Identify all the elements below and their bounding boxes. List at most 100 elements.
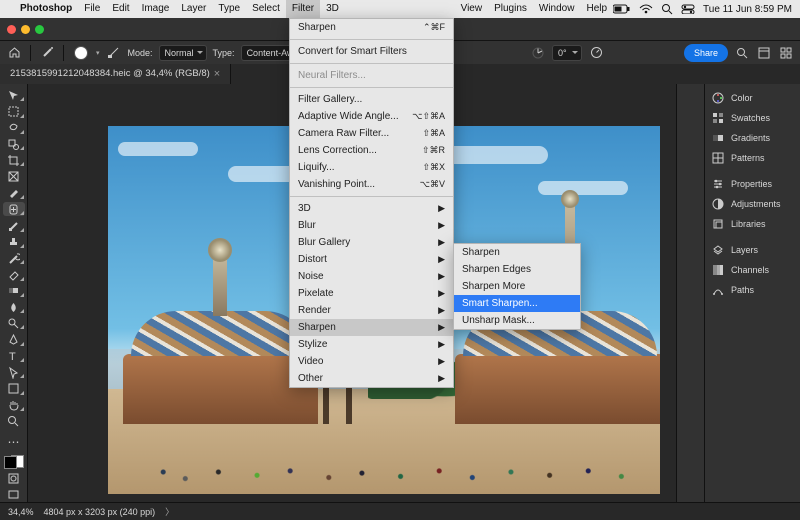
home-icon[interactable] bbox=[6, 45, 22, 61]
submenu-sharpen-more[interactable]: Sharpen More bbox=[454, 278, 580, 295]
zoom-tool[interactable] bbox=[3, 414, 25, 428]
brush-settings-icon[interactable] bbox=[106, 45, 122, 61]
marquee-tool[interactable] bbox=[3, 104, 25, 118]
stamp-tool[interactable] bbox=[3, 235, 25, 249]
maximize-window-button[interactable] bbox=[35, 25, 44, 34]
menu-plugins[interactable]: Plugins bbox=[488, 0, 533, 18]
gradient-tool[interactable] bbox=[3, 284, 25, 298]
submenu-sharpen-edges[interactable]: Sharpen Edges bbox=[454, 261, 580, 278]
hand-tool[interactable] bbox=[3, 398, 25, 412]
pen-tool[interactable] bbox=[3, 332, 25, 346]
panel-channels[interactable]: Channels bbox=[705, 260, 800, 280]
arrange-icon[interactable] bbox=[778, 45, 794, 61]
sharpen-submenu[interactable]: Sharpen Sharpen Edges Sharpen More Smart… bbox=[453, 243, 581, 330]
menu-type[interactable]: Type bbox=[212, 0, 246, 18]
workspace-icon[interactable] bbox=[756, 45, 772, 61]
menu-camera-raw[interactable]: Camera Raw Filter...⇧⌘A bbox=[290, 125, 453, 142]
history-brush-tool[interactable] bbox=[3, 251, 25, 265]
menu-sub-pixelate[interactable]: Pixelate▶ bbox=[290, 285, 453, 302]
color-swatches[interactable] bbox=[3, 455, 25, 469]
menu-sub-distort[interactable]: Distort▶ bbox=[290, 251, 453, 268]
move-tool[interactable] bbox=[3, 88, 25, 102]
menu-liquify[interactable]: Liquify...⇧⌘X bbox=[290, 159, 453, 176]
crop-tool[interactable] bbox=[3, 153, 25, 167]
menu-edit[interactable]: Edit bbox=[106, 0, 135, 18]
blur-tool[interactable] bbox=[3, 300, 25, 314]
menu-sub-stylize[interactable]: Stylize▶ bbox=[290, 336, 453, 353]
eyedropper-tool[interactable] bbox=[3, 186, 25, 200]
menu-sub-other[interactable]: Other▶ bbox=[290, 370, 453, 387]
close-window-button[interactable] bbox=[7, 25, 16, 34]
tool-preset-icon[interactable] bbox=[39, 45, 55, 61]
menu-lens-correction[interactable]: Lens Correction...⇧⌘R bbox=[290, 142, 453, 159]
selection-tool[interactable] bbox=[3, 137, 25, 151]
panel-paths[interactable]: Paths bbox=[705, 280, 800, 300]
menu-sub-blur-gallery[interactable]: Blur Gallery▶ bbox=[290, 234, 453, 251]
menu-sub-video[interactable]: Video▶ bbox=[290, 353, 453, 370]
menu-select[interactable]: Select bbox=[246, 0, 286, 18]
menu-filter-gallery[interactable]: Filter Gallery... bbox=[290, 91, 453, 108]
menu-sub-blur[interactable]: Blur▶ bbox=[290, 217, 453, 234]
search-app-icon[interactable] bbox=[734, 45, 750, 61]
menu-layer[interactable]: Layer bbox=[175, 0, 212, 18]
menu-vanishing-point[interactable]: Vanishing Point...⌥⌘V bbox=[290, 176, 453, 193]
status-menu-icon[interactable]: 〉 bbox=[165, 505, 174, 518]
eraser-tool[interactable] bbox=[3, 267, 25, 281]
brush-tool[interactable] bbox=[3, 218, 25, 232]
submenu-unsharp-mask[interactable]: Unsharp Mask... bbox=[454, 312, 580, 329]
menu-file[interactable]: File bbox=[78, 0, 106, 18]
edit-toolbar[interactable]: ⋯ bbox=[3, 435, 25, 449]
screenmode-icon[interactable] bbox=[3, 488, 25, 502]
healing-brush-tool[interactable] bbox=[3, 202, 25, 216]
menu-adaptive-wide[interactable]: Adaptive Wide Angle...⌥⇧⌘A bbox=[290, 108, 453, 125]
menu-filter[interactable]: Filter bbox=[286, 0, 320, 18]
minimize-window-button[interactable] bbox=[21, 25, 30, 34]
menu-last-filter[interactable]: Sharpen⌃⌘F bbox=[290, 19, 453, 36]
lasso-tool[interactable] bbox=[3, 121, 25, 135]
panel-color[interactable]: Color bbox=[705, 88, 800, 108]
shape-tool[interactable] bbox=[3, 381, 25, 395]
menu-window[interactable]: Window bbox=[533, 0, 581, 18]
angle-icon[interactable] bbox=[530, 45, 546, 61]
panel-layers[interactable]: Layers bbox=[705, 240, 800, 260]
share-button[interactable]: Share bbox=[684, 44, 728, 62]
menu-view[interactable]: View bbox=[455, 0, 489, 18]
blend-mode-dropdown[interactable]: Normal bbox=[159, 45, 207, 61]
menu-sub-render[interactable]: Render▶ bbox=[290, 302, 453, 319]
control-center-icon[interactable] bbox=[681, 4, 695, 14]
menu-3d[interactable]: 3D bbox=[320, 0, 345, 18]
panel-properties[interactable]: Properties bbox=[705, 174, 800, 194]
panel-adjustments[interactable]: Adjustments bbox=[705, 194, 800, 214]
dodge-tool[interactable] bbox=[3, 316, 25, 330]
menu-help[interactable]: Help bbox=[580, 0, 613, 18]
layers-panel-icon bbox=[711, 243, 725, 257]
submenu-sharpen[interactable]: Sharpen bbox=[454, 244, 580, 261]
filter-menu[interactable]: Sharpen⌃⌘F Convert for Smart Filters Neu… bbox=[289, 18, 454, 388]
menu-convert-smart[interactable]: Convert for Smart Filters bbox=[290, 43, 453, 60]
document-tab[interactable]: 2153815991212048384.heic @ 34,4% (RGB/8)… bbox=[0, 64, 231, 84]
panel-patterns[interactable]: Patterns bbox=[705, 148, 800, 168]
window-controls[interactable] bbox=[0, 25, 51, 34]
close-tab-icon[interactable]: × bbox=[214, 64, 220, 84]
type-tool[interactable]: T bbox=[3, 349, 25, 363]
app-name[interactable]: Photoshop bbox=[14, 0, 78, 18]
zoom-level[interactable]: 34,4% bbox=[8, 507, 34, 517]
angle-input[interactable]: 0° bbox=[552, 45, 582, 61]
menu-sub-sharpen[interactable]: Sharpen▶ bbox=[290, 319, 453, 336]
doc-dimensions[interactable]: 4804 px x 3203 px (240 ppi) bbox=[44, 507, 156, 517]
brush-preview-icon[interactable] bbox=[74, 46, 88, 60]
path-select-tool[interactable] bbox=[3, 365, 25, 379]
search-icon[interactable] bbox=[661, 3, 673, 15]
quickmask-icon[interactable] bbox=[3, 471, 25, 485]
menu-image[interactable]: Image bbox=[136, 0, 176, 18]
macos-menubar[interactable]: Photoshop File Edit Image Layer Type Sel… bbox=[0, 0, 800, 18]
panel-gradients[interactable]: Gradients bbox=[705, 128, 800, 148]
pressure-icon[interactable] bbox=[588, 45, 604, 61]
frame-tool[interactable] bbox=[3, 169, 25, 183]
menu-sub-3d[interactable]: 3D▶ bbox=[290, 200, 453, 217]
submenu-smart-sharpen[interactable]: Smart Sharpen... bbox=[454, 295, 580, 312]
panel-swatches[interactable]: Swatches bbox=[705, 108, 800, 128]
foreground-color[interactable] bbox=[4, 456, 17, 469]
menu-sub-noise[interactable]: Noise▶ bbox=[290, 268, 453, 285]
panel-libraries[interactable]: Libraries bbox=[705, 214, 800, 234]
